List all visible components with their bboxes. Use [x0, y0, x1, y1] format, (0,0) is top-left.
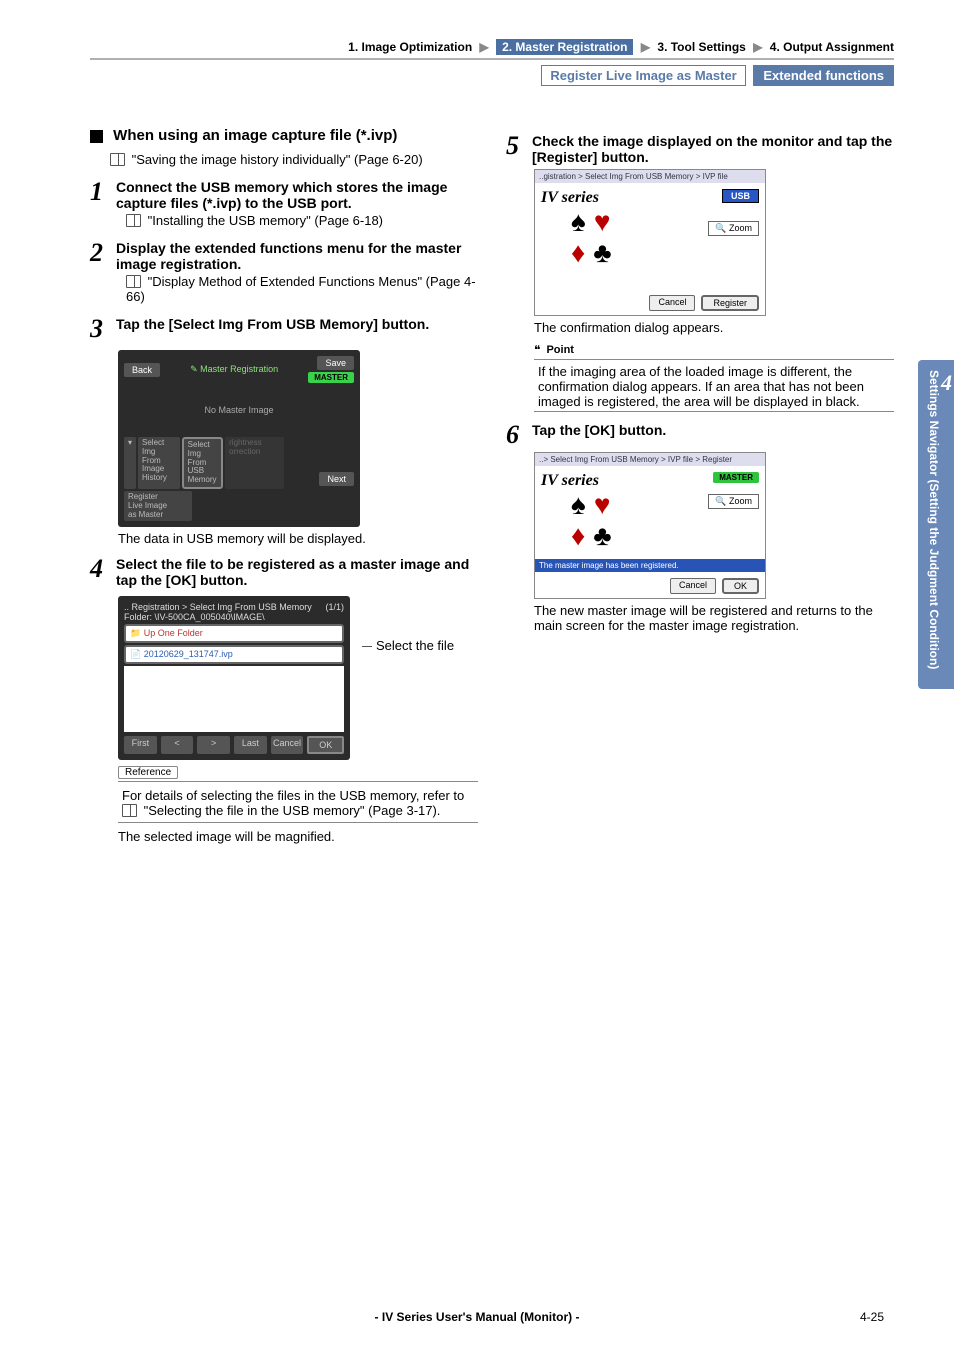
next-button[interactable]: Next — [319, 472, 354, 486]
screenshot-register-preview: ..gistration > Select Img From USB Memor… — [534, 169, 766, 316]
callout-select-file: Select the file — [358, 638, 454, 653]
step-6-result: The new master image will be registered … — [534, 603, 894, 633]
register-live-button[interactable]: Register Live Image as Master — [124, 491, 192, 521]
footer-center: - IV Series User's Manual (Monitor) - — [375, 1310, 580, 1324]
screenshot-master-registration: Back ✎ Master Registration Save MASTER N… — [118, 350, 360, 527]
crumb-3: 3. Tool Settings — [657, 40, 745, 54]
status-message: The master image has been registered. — [535, 559, 765, 572]
ok-button[interactable]: OK — [307, 736, 344, 754]
reference-tag: Reference — [118, 766, 178, 779]
select-from-usb-button[interactable]: Select Img From USB Memory — [182, 437, 223, 489]
step-3-result: The data in USB memory will be displayed… — [118, 531, 478, 546]
step-5-title: Check the image displayed on the monitor… — [532, 133, 894, 165]
book-icon — [126, 275, 141, 288]
sub-heading: Register Live Image as Master Extended f… — [90, 68, 894, 83]
chevron-right-icon: ▶ — [641, 40, 650, 54]
brightness-button: rightness orrection — [225, 437, 284, 489]
section-heading: When using an image capture file (*.ivp) — [90, 127, 478, 144]
step-number: 6 — [506, 422, 526, 448]
select-from-history-button[interactable]: Select Img From Image History — [138, 437, 180, 489]
cancel-button[interactable]: Cancel — [649, 295, 695, 311]
folder-path: \IV-500CA_005040\IMAGE\ — [155, 612, 265, 622]
crumb-2: 2. Master Registration — [496, 39, 633, 55]
last-button[interactable]: Last — [234, 736, 267, 754]
point-body: If the imaging area of the loaded image … — [538, 364, 894, 409]
register-button[interactable]: Register — [701, 295, 759, 311]
prev-button[interactable]: < — [161, 736, 194, 754]
browser-page: (1/1) — [325, 602, 344, 612]
step-4-result: The selected image will be magnified. — [118, 829, 478, 844]
first-button[interactable]: First — [124, 736, 157, 754]
chapter-number: 4 — [941, 370, 952, 396]
screenshot-file-browser: .. Registration > Select Img From USB Me… — [118, 596, 350, 760]
browser-crumb: .. Registration > Select Img From USB Me… — [124, 602, 312, 612]
next-button[interactable]: > — [197, 736, 230, 754]
master-badge: MASTER — [713, 472, 759, 483]
step-3-title: Tap the [Select Img From USB Memory] but… — [116, 316, 478, 332]
step-2-ref: "Display Method of Extended Functions Me… — [126, 274, 478, 304]
chevron-right-icon: ▶ — [753, 40, 762, 54]
preview-crumb: ..gistration > Select Img From USB Memor… — [535, 170, 765, 183]
page-footer: - IV Series User's Manual (Monitor) - 4-… — [0, 1310, 954, 1324]
book-icon — [110, 153, 125, 166]
master-badge: MASTER — [308, 372, 354, 383]
step-number: 5 — [506, 133, 526, 165]
step-number: 2 — [90, 240, 110, 306]
file-row[interactable]: 📄 20120629_131747.ivp — [124, 645, 344, 664]
step-4-title: Select the file to be registered as a ma… — [116, 556, 478, 588]
screen-title: ✎ Master Registration — [190, 364, 278, 375]
save-button[interactable]: Save — [317, 356, 354, 370]
reference-body: For details of selecting the files in th… — [122, 788, 478, 818]
step-2-title: Display the extended functions menu for … — [116, 240, 478, 272]
book-icon — [126, 214, 141, 227]
cancel-button[interactable]: Cancel — [271, 736, 304, 754]
zoom-button[interactable]: 🔍 Zoom — [708, 221, 759, 236]
point-tag: ❝ Point — [534, 343, 894, 360]
chevron-right-icon: ▶ — [480, 40, 489, 54]
cancel-button[interactable]: Cancel — [670, 578, 716, 594]
screenshot-ok-dialog: ..> Select Img From USB Memory > IVP fil… — [534, 452, 766, 599]
breadcrumb: 1. Image Optimization ▶ 2. Master Regist… — [90, 40, 894, 58]
ok-crumb: ..> Select Img From USB Memory > IVP fil… — [535, 453, 765, 466]
reference-link: "Saving the image history individually" … — [110, 152, 478, 167]
step-1-title: Connect the USB memory which stores the … — [116, 179, 478, 211]
folder-label: Folder: — [124, 612, 152, 622]
step-1-ref: "Installing the USB memory" (Page 6-18) — [126, 213, 478, 228]
step-5-result: The confirmation dialog appears. — [534, 320, 894, 335]
chapter-tab: 4 Settings Navigator (Setting the Judgme… — [918, 360, 954, 689]
no-master-label: No Master Image — [124, 383, 354, 437]
subhead-right: Extended functions — [753, 65, 894, 86]
step-6-title: Tap the [OK] button. — [532, 422, 894, 438]
back-button[interactable]: Back — [124, 363, 160, 377]
usb-badge: USB — [722, 189, 759, 203]
crumb-1: 1. Image Optimization — [348, 40, 472, 54]
point-icon: ❝ — [534, 343, 540, 357]
ok-button[interactable]: OK — [722, 578, 759, 594]
step-number: 4 — [90, 556, 110, 588]
square-bullet-icon — [90, 130, 103, 143]
book-icon — [122, 804, 137, 817]
page-number: 4-25 — [860, 1310, 884, 1324]
zoom-button[interactable]: 🔍 Zoom — [708, 494, 759, 509]
dropdown-icon[interactable]: ▾ — [124, 437, 136, 489]
subhead-left: Register Live Image as Master — [541, 65, 745, 86]
up-folder-button[interactable]: 📁 Up One Folder — [124, 624, 344, 643]
step-number: 3 — [90, 316, 110, 342]
chapter-label: Settings Navigator (Setting the Judgment… — [927, 370, 941, 669]
crumb-4: 4. Output Assignment — [770, 40, 894, 54]
step-number: 1 — [90, 179, 110, 230]
